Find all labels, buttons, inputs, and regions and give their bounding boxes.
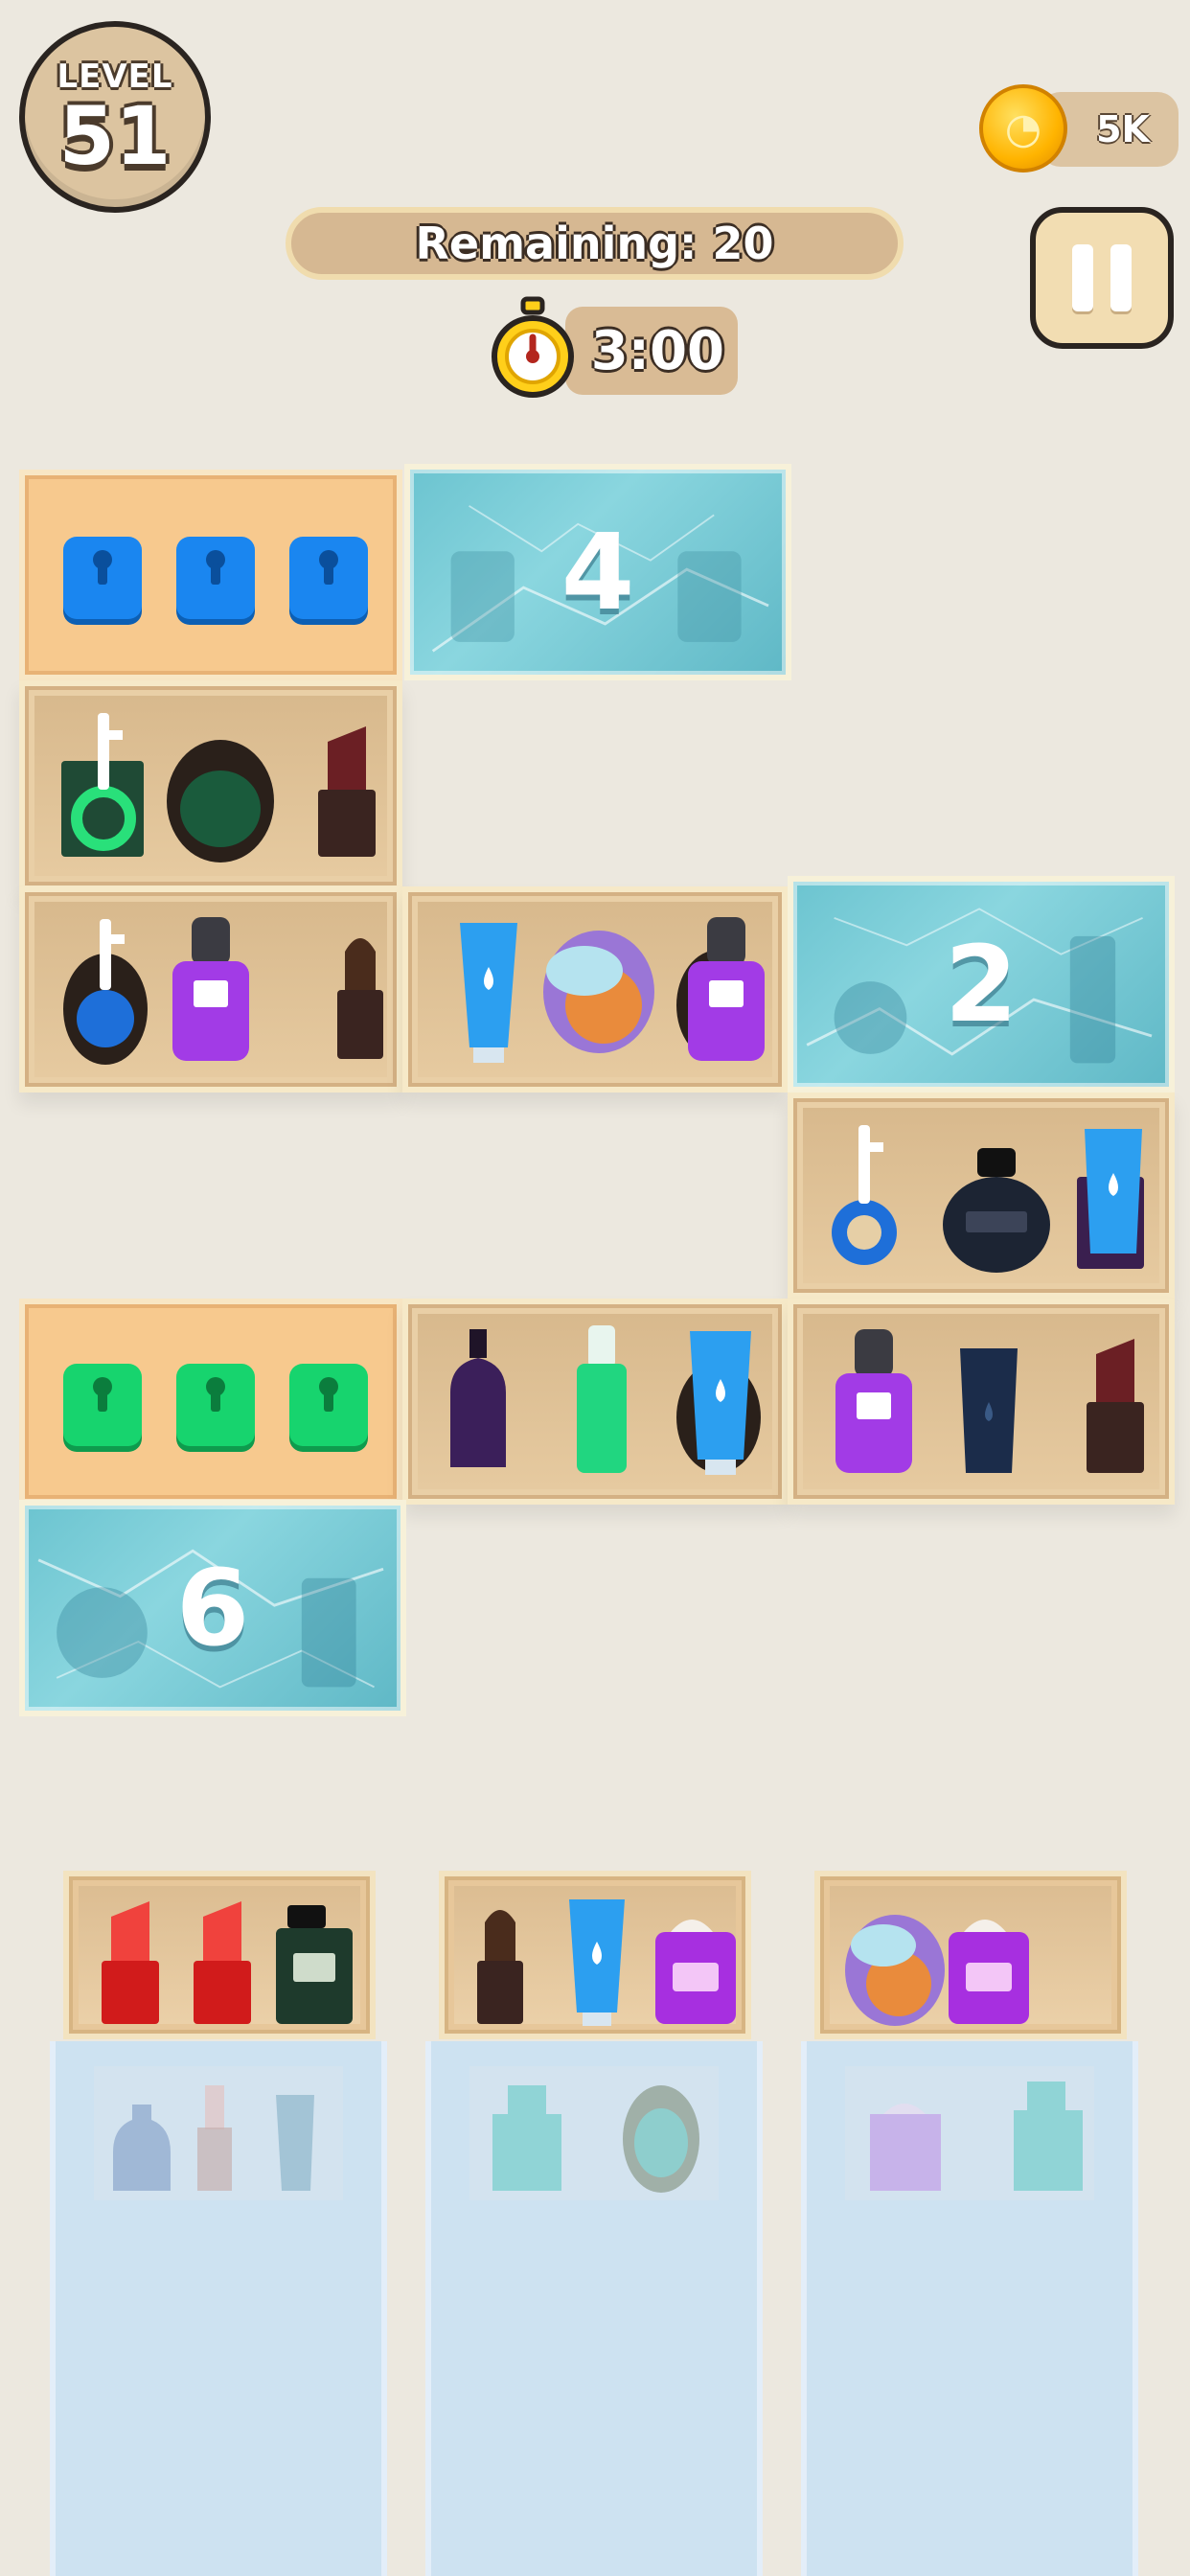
blue-lock-slot <box>176 537 255 619</box>
blue-lock-slot <box>289 537 368 619</box>
shelf-items <box>63 917 383 1065</box>
tray-items <box>477 1899 736 2026</box>
coin-icon: ◔ <box>979 84 1067 172</box>
tray-items <box>102 1901 353 2024</box>
queue-column-1 <box>50 2041 387 2576</box>
remaining-bar: Remaining: 20 <box>286 207 904 280</box>
green-lock-slot <box>176 1364 255 1446</box>
ice-block-2[interactable]: 2 <box>788 876 1175 1092</box>
green-lock-slot <box>289 1364 368 1446</box>
level-number: 51 <box>58 89 172 183</box>
keyhole-icon <box>319 1377 338 1412</box>
shelf-items <box>460 917 765 1063</box>
shelf-cell[interactable] <box>19 680 402 891</box>
shelf-items <box>835 1329 1144 1473</box>
green-lock-slot <box>63 1364 142 1446</box>
ice-counter: 6 <box>175 1547 250 1669</box>
ice-block-4[interactable]: 4 <box>404 464 791 680</box>
pause-icon <box>1072 244 1093 311</box>
shelf-cell[interactable] <box>402 1299 788 1505</box>
blue-lock-slot <box>63 537 142 619</box>
ice-block-6[interactable]: 6 <box>19 1500 406 1716</box>
shelf-cell[interactable] <box>402 886 788 1092</box>
keyhole-icon <box>206 1377 225 1412</box>
lock-cell-green[interactable] <box>19 1299 402 1505</box>
ghost-preview <box>845 2066 1094 2200</box>
pause-button[interactable] <box>1030 207 1174 349</box>
shelf-items <box>450 1325 761 1475</box>
keyhole-icon <box>93 550 112 585</box>
tray-1[interactable] <box>63 1871 376 2039</box>
ghost-items <box>492 2085 699 2193</box>
lock-cell-blue[interactable] <box>19 470 402 680</box>
stopwatch-icon <box>492 296 574 398</box>
timer-text: 3:00 <box>590 319 724 382</box>
shelf-cell[interactable] <box>788 1092 1175 1299</box>
ghost-items <box>870 2082 1083 2191</box>
shelf-cell[interactable] <box>788 1299 1175 1505</box>
tray-items <box>845 1915 1029 2026</box>
shelf-cell[interactable] <box>19 886 402 1092</box>
shelf-items <box>832 1125 1144 1273</box>
remaining-text: Remaining: 20 <box>415 218 774 269</box>
keyhole-icon <box>319 550 338 585</box>
level-badge: LEVEL 51 <box>19 21 211 213</box>
ghost-items <box>113 2085 314 2191</box>
coin-amount: 5K <box>1096 108 1150 150</box>
keyhole-icon <box>93 1377 112 1412</box>
timer-display: 3:00 <box>565 307 738 395</box>
tray-3[interactable] <box>814 1871 1127 2039</box>
tray-2[interactable] <box>439 1871 751 2039</box>
shelf-items <box>61 713 376 862</box>
ghost-preview <box>469 2066 719 2200</box>
ice-counter: 2 <box>944 923 1018 1046</box>
queue-column-3 <box>801 2041 1138 2576</box>
queue-column-2 <box>425 2041 763 2576</box>
ghost-preview <box>94 2066 343 2200</box>
ice-counter: 4 <box>561 511 635 633</box>
keyhole-icon <box>206 550 225 585</box>
